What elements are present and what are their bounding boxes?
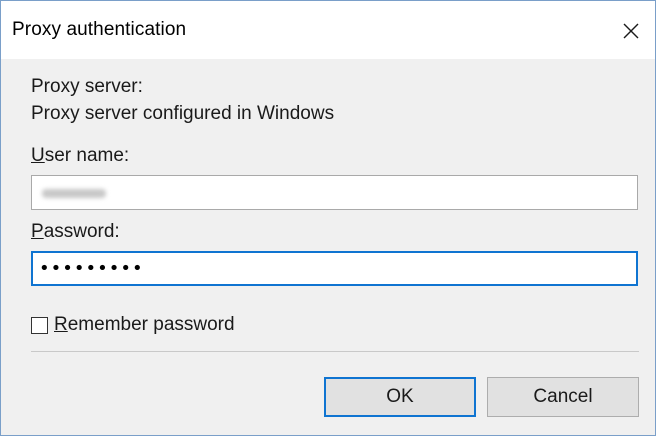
username-label: User name: xyxy=(31,145,129,167)
password-field[interactable]: ••••••••• xyxy=(31,251,638,286)
remember-password-label[interactable]: Remember password xyxy=(54,314,235,336)
title-bar: Proxy authentication xyxy=(1,1,655,59)
username-mnemonic: U xyxy=(31,145,45,166)
remember-password-checkbox[interactable] xyxy=(31,316,48,334)
password-masked-value: ••••••••• xyxy=(39,258,144,279)
proxy-auth-dialog: Proxy authentication Proxy server: Proxy… xyxy=(0,0,656,436)
remember-password-row[interactable]: Remember password xyxy=(31,313,235,337)
dialog-title: Proxy authentication xyxy=(12,19,187,40)
cancel-button[interactable]: Cancel xyxy=(487,377,639,417)
redacted-username xyxy=(42,189,106,198)
ok-button[interactable]: OK xyxy=(324,377,476,417)
password-mnemonic: P xyxy=(31,221,44,242)
password-label: Password: xyxy=(31,221,120,243)
divider xyxy=(31,351,639,352)
username-label-text: ser name: xyxy=(44,145,130,166)
remember-label-text: emember password xyxy=(67,314,235,335)
dialog-body: Proxy server: Proxy server configured in… xyxy=(1,59,655,435)
close-button[interactable] xyxy=(611,11,651,51)
proxy-server-value: Proxy server configured in Windows xyxy=(31,103,335,124)
username-field[interactable] xyxy=(31,175,638,210)
proxy-server-label: Proxy server: xyxy=(31,76,143,97)
remember-mnemonic: R xyxy=(54,314,68,335)
password-label-text: assword: xyxy=(43,221,120,242)
close-icon xyxy=(623,23,639,39)
